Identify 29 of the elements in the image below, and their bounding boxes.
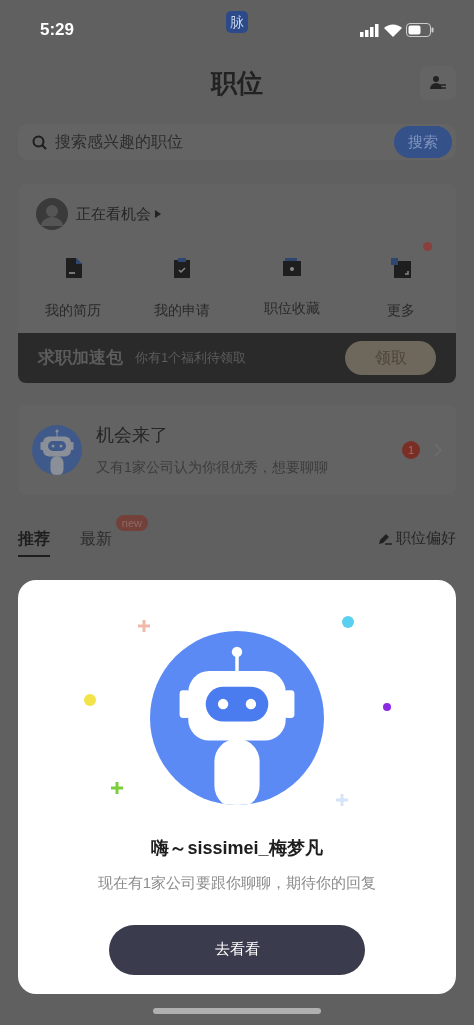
status-time: 5:29 [40, 19, 76, 42]
user-swap-icon [430, 75, 446, 91]
signal-icon [360, 23, 380, 37]
wifi-icon [384, 23, 402, 37]
caret-icon [155, 210, 161, 218]
cross-sparkle-icon [336, 794, 348, 806]
dialog-title: 嗨～sissimei_梅梦凡 [151, 837, 323, 860]
opportunity-title: 机会来了 [96, 424, 169, 447]
robot-avatar-icon [32, 425, 82, 475]
page-title: 职位 [211, 66, 263, 100]
robot-avatar-icon [150, 631, 324, 805]
dialog-message: 现在有1家公司要跟你聊聊，期待你的回复 [97, 873, 377, 893]
job-preference-link[interactable]: 职位偏好 [378, 521, 456, 550]
grid-squares-icon [391, 258, 412, 278]
feed-tab[interactable]: 推荐 [18, 521, 50, 557]
profile-switch-button[interactable] [420, 66, 456, 100]
document-icon [63, 258, 82, 278]
shortcut-item[interactable]: 更多 [346, 258, 456, 321]
job-status-link[interactable]: 正在看机会 [76, 202, 161, 226]
pencil-icon [378, 531, 392, 545]
clipboard-check-icon [173, 258, 192, 278]
shortcut-item[interactable]: 我的申请 [127, 258, 237, 321]
count-badge: 1 [402, 441, 420, 459]
user-avatar-icon [36, 198, 68, 230]
battery-icon [406, 23, 434, 37]
search-button[interactable]: 搜索 [394, 126, 452, 158]
app-badge: 脉 [226, 11, 248, 33]
view-button[interactable]: 去看看 [109, 924, 365, 975]
search-icon [32, 134, 47, 150]
